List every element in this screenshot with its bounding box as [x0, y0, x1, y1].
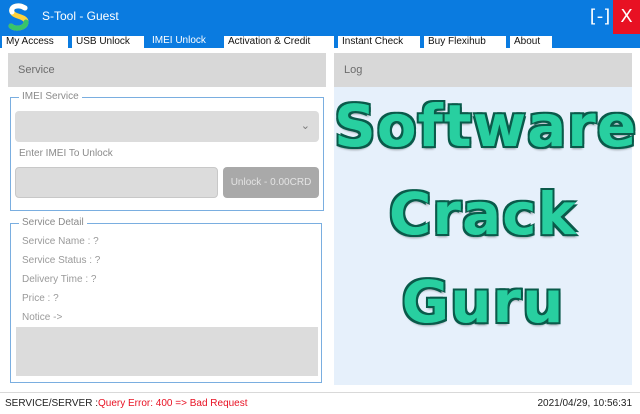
log-panel-header: Log: [334, 53, 632, 87]
notice-label: Notice ->: [22, 312, 63, 323]
title-bar: S-Tool - Guest [-] X: [0, 0, 640, 34]
watermark-line-1: Software: [334, 92, 638, 160]
service-status-label: Service Status : ?: [22, 255, 101, 266]
imei-service-select[interactable]: ⌄: [15, 111, 319, 142]
app-logo-icon: [8, 3, 29, 31]
imei-service-group-label: IMEI Service: [19, 91, 82, 103]
watermark-line-3: Guru: [401, 268, 565, 336]
tab-about[interactable]: About: [510, 36, 552, 48]
chevron-down-icon: ⌄: [300, 119, 310, 132]
service-detail-group-label: Service Detail: [19, 217, 87, 229]
service-panel-header: Service: [8, 53, 326, 87]
tab-imei-unlock[interactable]: IMEI Unlock: [148, 34, 220, 48]
service-name-label: Service Name : ?: [22, 236, 99, 247]
imei-input[interactable]: [15, 167, 218, 198]
window-title: S-Tool - Guest: [42, 9, 119, 23]
minimize-button[interactable]: [-]: [587, 0, 613, 34]
status-bar: SERVICE/SERVER : Query Error: 400 => Bad…: [0, 392, 640, 414]
status-label: SERVICE/SERVER :: [5, 398, 98, 409]
status-error: Query Error: 400 => Bad Request: [98, 398, 248, 409]
unlock-button[interactable]: Unlock - 0.00CRD: [223, 167, 319, 198]
tab-bar: My Access USB Unlock IMEI Unlock Activat…: [0, 34, 640, 48]
status-timestamp: 2021/04/29, 10:56:31: [537, 398, 632, 409]
delivery-time-label: Delivery Time : ?: [22, 274, 97, 285]
price-label: Price : ?: [22, 293, 59, 304]
close-button[interactable]: X: [613, 0, 640, 34]
tab-my-access[interactable]: My Access: [2, 36, 68, 48]
enter-imei-label: Enter IMEI To Unlock: [19, 148, 113, 159]
tab-usb-unlock[interactable]: USB Unlock: [72, 36, 144, 48]
watermark-line-2: Crack: [388, 180, 578, 248]
notice-text-area: [16, 327, 318, 376]
tab-activation-credit[interactable]: Activation & Credit: [224, 36, 334, 48]
tab-buy-flexihub[interactable]: Buy Flexihub: [424, 36, 506, 48]
tab-instant-check[interactable]: Instant Check: [338, 36, 420, 48]
